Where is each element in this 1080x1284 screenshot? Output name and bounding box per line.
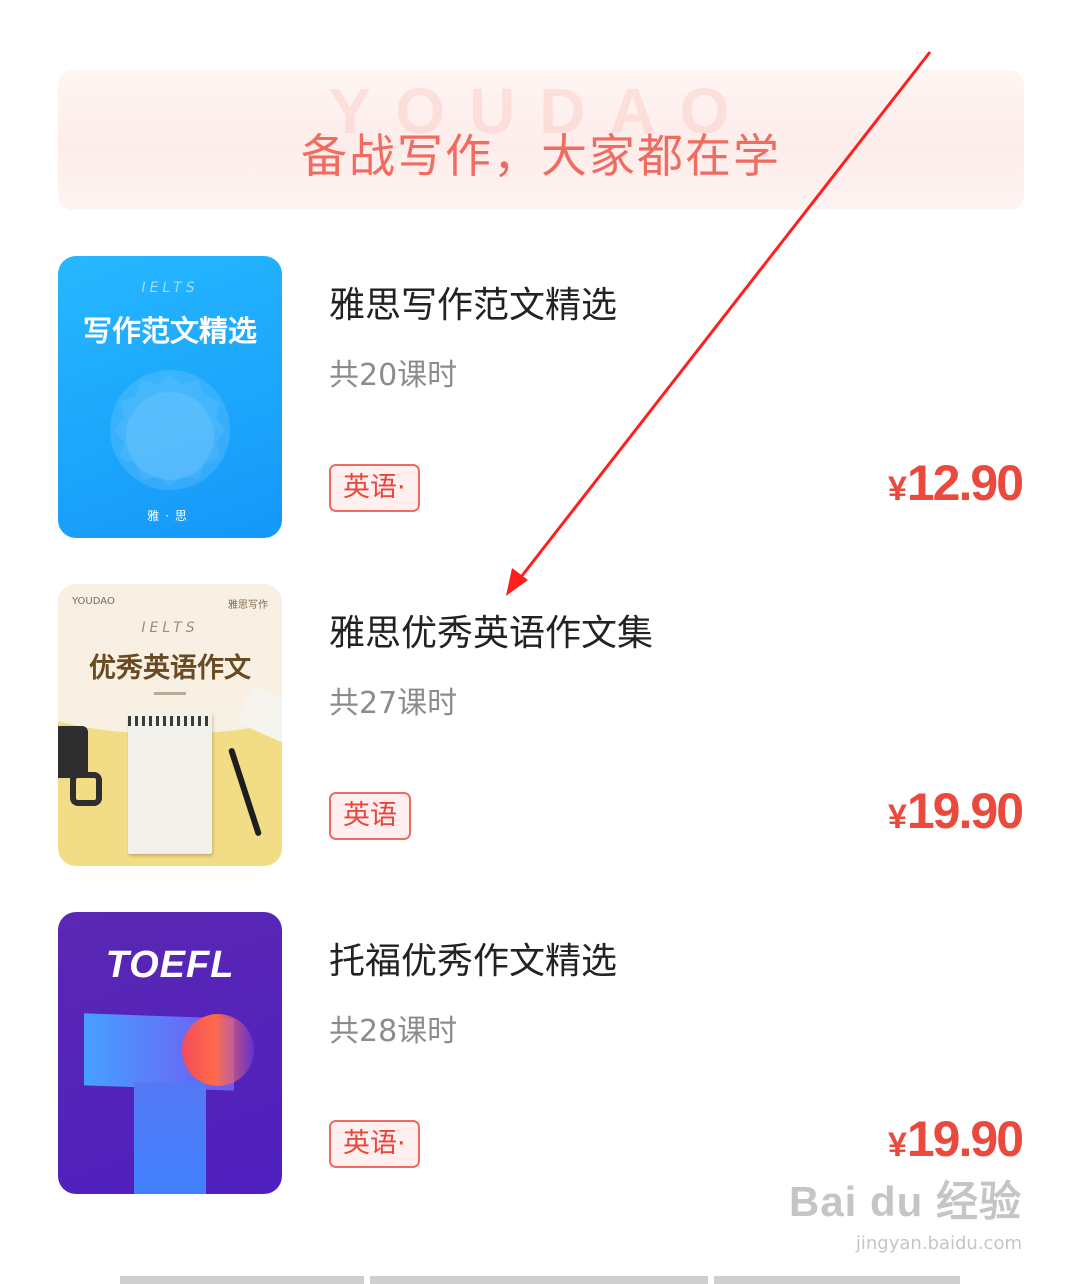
currency-symbol: ¥ bbox=[887, 470, 907, 508]
t-letter-stem-graphic bbox=[134, 1082, 206, 1194]
course-cover-image[interactable]: TOEFL bbox=[58, 912, 282, 1194]
mug-illustration bbox=[58, 726, 88, 778]
next-section-edge bbox=[120, 1276, 960, 1284]
cover-title: 写作范文精选 bbox=[82, 314, 257, 348]
course-title[interactable]: 雅思写作范文精选 bbox=[329, 276, 617, 328]
cover-brand: YOUDAO bbox=[72, 596, 115, 607]
notepad-spiral-illustration bbox=[128, 716, 212, 726]
price-value: 19.90 bbox=[906, 783, 1024, 839]
watermark-brand: Bai du 经验 bbox=[788, 1178, 1022, 1225]
course-lesson-count: 共20课时 bbox=[329, 358, 458, 393]
next-card-edge bbox=[120, 1276, 364, 1284]
course-title[interactable]: 托福优秀作文精选 bbox=[329, 932, 617, 984]
mug-handle-illustration bbox=[70, 772, 102, 806]
cover-divider bbox=[154, 692, 186, 695]
currency-symbol: ¥ bbox=[887, 798, 907, 836]
pen-illustration bbox=[227, 747, 263, 837]
baidu-jingyan-watermark: Bai du 经验 jingyan.baidu.com bbox=[789, 1168, 1022, 1254]
price-value: 12.90 bbox=[906, 455, 1024, 511]
course-lesson-count: 共28课时 bbox=[329, 1014, 458, 1049]
course-item[interactable]: TOEFL 托福优秀作文精选 共28课时 英语· ¥19.90 bbox=[58, 912, 1024, 1196]
section-banner: YOUDAO 备战写作，大家都在学 bbox=[58, 70, 1024, 210]
section-title: 备战写作，大家都在学 bbox=[301, 129, 781, 183]
next-card-edge bbox=[370, 1276, 708, 1284]
cover-label: IELTS bbox=[141, 280, 199, 296]
course-price: ¥19.90 bbox=[887, 782, 1024, 840]
cover-label: IELTS bbox=[141, 620, 199, 636]
cover-footer: 雅·思 bbox=[147, 509, 193, 523]
subject-tag: 英语 bbox=[329, 792, 411, 840]
cover-series: 雅思写作 bbox=[228, 600, 268, 611]
course-title[interactable]: 雅思优秀英语作文集 bbox=[329, 604, 653, 656]
cover-title: 优秀英语作文 bbox=[89, 653, 251, 684]
subject-tag: 英语· bbox=[329, 1120, 420, 1168]
course-item[interactable]: IELTS 写作范文精选 雅·思 雅思写作范文精选 共20课时 英语· ¥12.… bbox=[58, 256, 1024, 540]
notepad-illustration bbox=[128, 712, 212, 854]
cover-title: TOEFL bbox=[105, 944, 235, 986]
price-value: 19.90 bbox=[906, 1111, 1024, 1167]
next-card-edge bbox=[714, 1276, 960, 1284]
watermark-site: jingyan.baidu.com bbox=[855, 1233, 1022, 1254]
currency-symbol: ¥ bbox=[887, 1126, 907, 1164]
course-price: ¥12.90 bbox=[887, 454, 1024, 512]
subject-tag: 英语· bbox=[329, 464, 420, 512]
badge-emblem-icon bbox=[110, 370, 230, 490]
gradient-circle-graphic bbox=[182, 1014, 254, 1086]
course-price: ¥19.90 bbox=[887, 1110, 1024, 1168]
course-item[interactable]: YOUDAO 雅思写作 IELTS 优秀英语作文 雅思优秀英语作文集 共27课时… bbox=[58, 584, 1024, 868]
course-cover-image[interactable]: YOUDAO 雅思写作 IELTS 优秀英语作文 bbox=[58, 584, 282, 866]
course-cover-image[interactable]: IELTS 写作范文精选 雅·思 bbox=[58, 256, 282, 538]
course-lesson-count: 共27课时 bbox=[329, 686, 458, 721]
